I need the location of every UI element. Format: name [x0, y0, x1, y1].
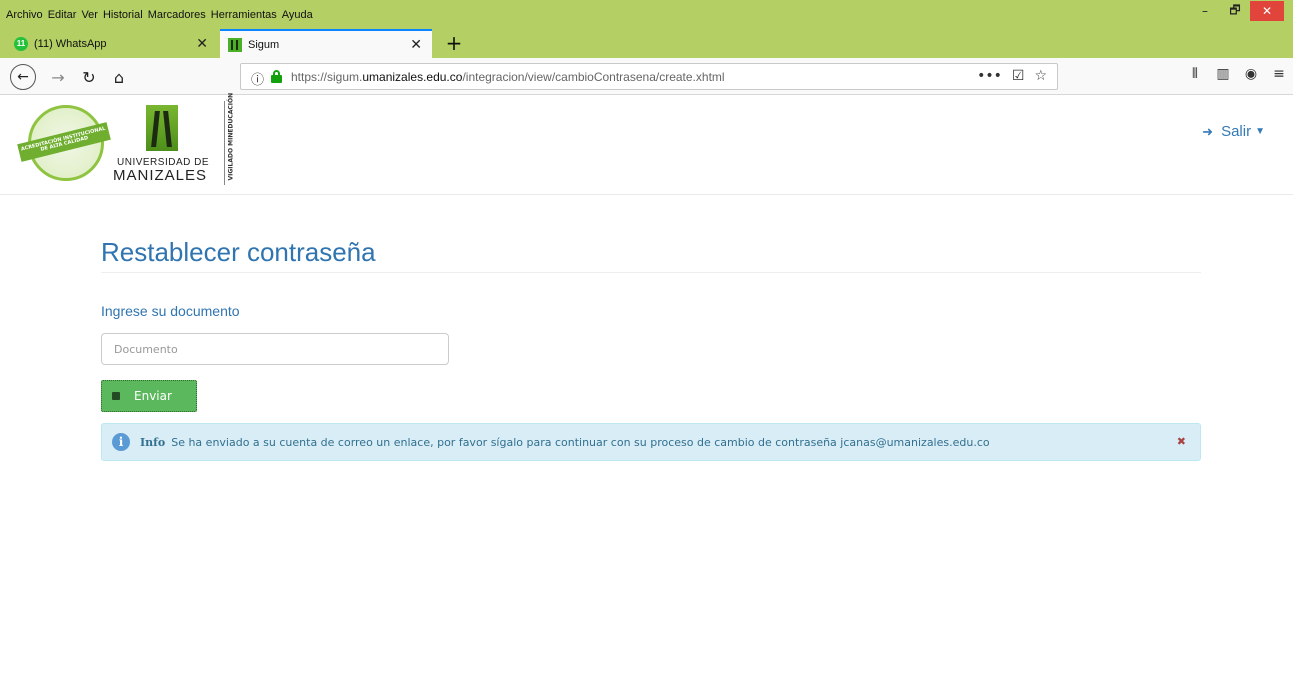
title-divider	[101, 272, 1201, 273]
site-info-icon[interactable]: ⓘ	[251, 69, 264, 88]
menu-archivo[interactable]: Archivo	[6, 9, 43, 21]
reload-button[interactable]: ↻	[78, 65, 100, 89]
sign-out-icon: ➜	[1202, 123, 1214, 139]
tab-title: Sigum	[248, 38, 280, 51]
logo-text-line2: MANIZALES	[113, 167, 208, 184]
university-logo-icon	[146, 105, 178, 151]
menu-herramientas[interactable]: Herramientas	[211, 9, 277, 21]
bookmark-star-icon[interactable]: ☆	[1034, 68, 1047, 84]
tab-whatsapp[interactable]: 11 (11) WhatsApp ✕	[8, 29, 218, 58]
library-icon[interactable]: ⫴	[1181, 66, 1209, 82]
browser-menubar: Archivo Editar Ver Historial Marcadores …	[0, 0, 1293, 27]
toolbar-tools: ⫴ ▥ ◉ ≡	[1181, 66, 1293, 82]
menu-ayuda[interactable]: Ayuda	[282, 9, 313, 21]
account-icon[interactable]: ◉	[1237, 66, 1265, 82]
document-label: Ingrese su documento	[101, 303, 240, 319]
umanizales-favicon-icon	[228, 37, 242, 52]
menu-marcadores[interactable]: Marcadores	[148, 9, 206, 21]
back-button[interactable]: ←	[10, 64, 36, 90]
vigilado-text: VIGILADO MINEDUCACIÓN	[227, 92, 235, 181]
vigilado-mark: VIGILADO MINEDUCACIÓN	[224, 92, 236, 185]
accreditation-seal: ACREDITACIÓN INSTITUCIONAL DE ALTA CALID…	[17, 105, 111, 185]
whatsapp-favicon-icon: 11	[14, 36, 28, 51]
url-actions: ••• ☑ ☆	[967, 68, 1047, 84]
url-domain: umanizales.edu.co	[362, 70, 463, 84]
site-header: ACREDITACIÓN INSTITUCIONAL DE ALTA CALID…	[0, 92, 1293, 195]
send-button[interactable]: Enviar	[101, 380, 197, 412]
lock-icon	[271, 70, 282, 83]
menu-items: Archivo Editar Ver Historial Marcadores …	[6, 9, 318, 21]
menu-historial[interactable]: Historial	[103, 9, 143, 21]
alert-title: Info	[140, 435, 166, 449]
tab-title: (11) WhatsApp	[34, 37, 107, 50]
tab-strip: 11 (11) WhatsApp ✕ Sigum ✕ +	[0, 27, 1293, 58]
logout-label: Salir	[1221, 123, 1252, 140]
save-icon	[112, 392, 120, 400]
close-window-button[interactable]: ✕	[1250, 1, 1284, 21]
pocket-icon[interactable]: ☑	[1012, 68, 1025, 84]
sidebar-icon[interactable]: ▥	[1209, 66, 1237, 82]
document-input[interactable]	[101, 333, 449, 365]
menu-editar[interactable]: Editar	[48, 9, 77, 21]
url-path: /integracion/view/cambioContrasena/creat…	[462, 70, 725, 84]
new-tab-button[interactable]: +	[440, 29, 468, 57]
menu-ver[interactable]: Ver	[81, 9, 98, 21]
url-prefix: https://sigum.	[291, 70, 363, 84]
alert-message: Se ha enviado a su cuenta de correo un e…	[171, 435, 990, 449]
hamburger-menu-icon[interactable]: ≡	[1265, 66, 1293, 82]
forward-button[interactable]: →	[48, 65, 68, 89]
home-button[interactable]: ⌂	[108, 65, 130, 89]
url-text[interactable]: https://sigum.umanizales.edu.co/integrac…	[291, 70, 725, 84]
tab-sigum[interactable]: Sigum ✕	[220, 29, 432, 58]
tab-close-icon[interactable]: ✕	[410, 36, 422, 53]
restore-button[interactable]: 🗗	[1220, 0, 1250, 22]
navigation-bar: ← → ↻ ⌂ ⓘ https://sigum.umanizales.edu.c…	[0, 58, 1293, 95]
window-controls: – 🗗 ✕	[1190, 0, 1293, 27]
page-actions-icon[interactable]: •••	[977, 68, 1002, 84]
page-title: Restablecer contraseña	[101, 237, 376, 267]
minimize-button[interactable]: –	[1190, 0, 1220, 22]
url-bar[interactable]: ⓘ https://sigum.umanizales.edu.co/integr…	[240, 63, 1058, 90]
info-icon: i	[112, 433, 130, 451]
tab-close-icon[interactable]: ✕	[196, 35, 208, 52]
page-content: ACREDITACIÓN INSTITUCIONAL DE ALTA CALID…	[0, 92, 1293, 685]
send-button-label: Enviar	[134, 389, 172, 403]
logout-menu[interactable]: ➜ Salir ▼	[1202, 123, 1265, 140]
alert-close-icon[interactable]: ✖	[1177, 435, 1186, 448]
caret-down-icon: ▼	[1255, 126, 1265, 137]
info-alert: i Info Se ha enviado a su cuenta de corr…	[101, 423, 1201, 461]
